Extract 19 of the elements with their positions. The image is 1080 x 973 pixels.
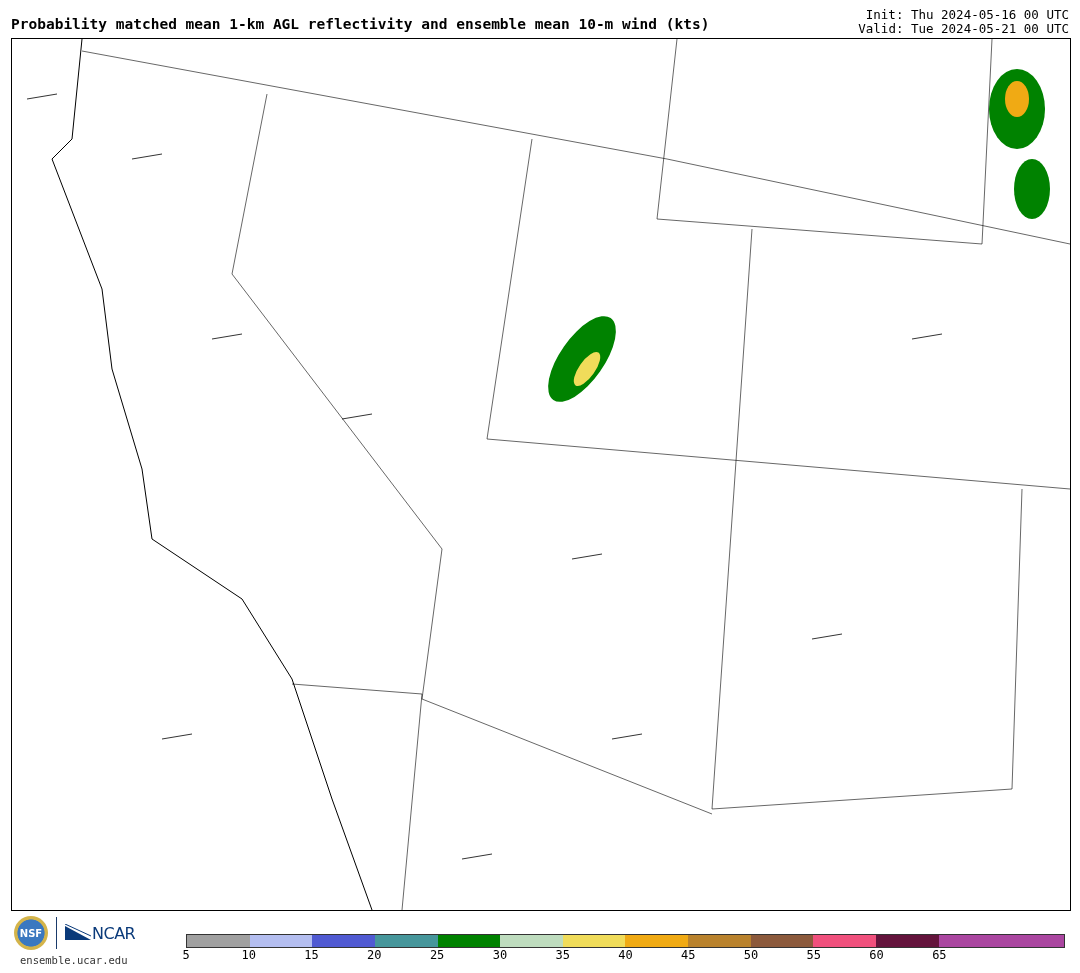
wordmark-logo: NCAR — [65, 923, 136, 943]
colorbar-label: 10 — [241, 948, 256, 964]
colorbar-label: 45 — [681, 948, 696, 964]
valid-time: Valid: Tue 2024-05-21 00 UTC — [858, 22, 1069, 36]
colorbar-label: 25 — [429, 948, 445, 964]
colorbar-label: 5 — [182, 948, 190, 964]
colorbar-label: 20 — [367, 948, 382, 964]
website-url: ensemble.ucar.edu — [20, 954, 129, 966]
chart-title: Probability matched mean 1-km AGL reflectivity and ensemble mean 10-m wind (kts) — [11, 16, 710, 34]
colorbar-label: 55 — [806, 948, 822, 964]
seal-logo: NSF — [14, 916, 48, 950]
colorbar-label: 35 — [555, 948, 570, 964]
colorbar-label: 60 — [869, 948, 884, 964]
colorbar-label: 50 — [743, 948, 759, 964]
colorbar-label: 65 — [932, 948, 947, 964]
colorbar-label: 40 — [618, 948, 633, 964]
colorbar-label: 15 — [304, 948, 319, 964]
init-time: Init: Thu 2024-05-16 00 UTC — [865, 8, 1069, 22]
colorbar-label: 30 — [492, 948, 508, 964]
